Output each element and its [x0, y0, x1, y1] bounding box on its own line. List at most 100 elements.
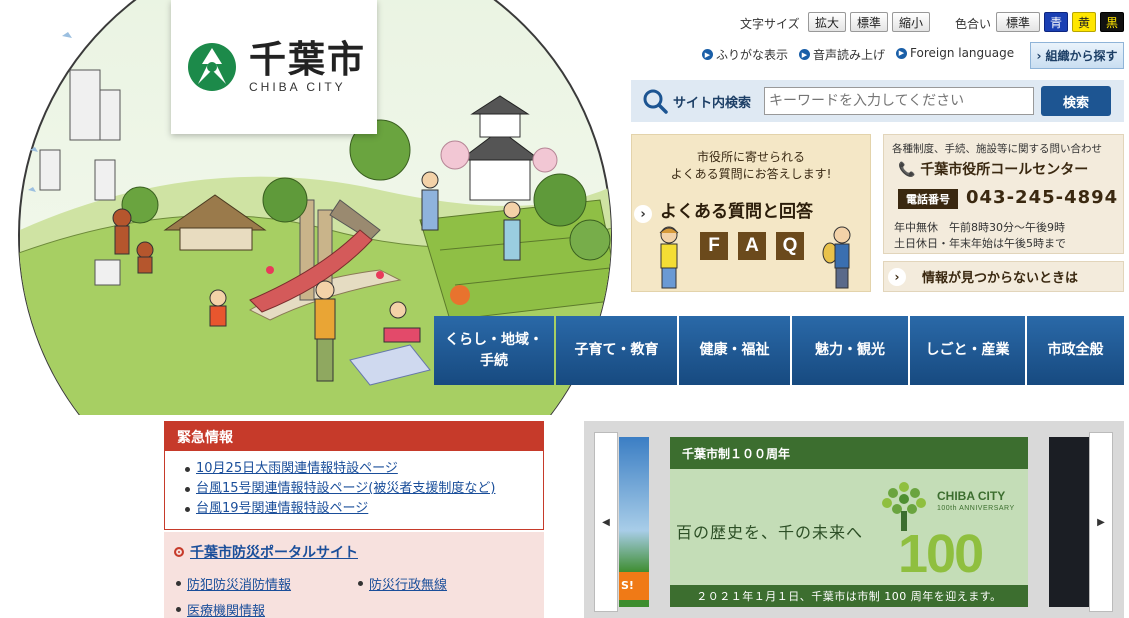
banner-carousel: S! ◀ ▶ 千葉市制１００周年 百の歴史を、千の未来へ CHIBA CITY …	[584, 421, 1124, 618]
list-item: 台風15号関連情報特設ページ(被災者支援制度など)	[185, 479, 543, 499]
chiba-emblem-icon	[188, 43, 236, 91]
slide-brand: CHIBA CITY	[937, 489, 1006, 503]
nav-city-government[interactable]: 市政全般	[1027, 316, 1124, 385]
anniversary-slide[interactable]: 千葉市制１００周年 百の歴史を、千の未来へ CHIBA CITY 100th A…	[670, 437, 1028, 607]
bullet-icon	[185, 466, 190, 472]
list-item: 10月25日大雨関連情報特設ページ	[185, 459, 543, 479]
arrow-right-icon: ▶	[799, 49, 810, 60]
font-size-enlarge-button[interactable]: 拡大	[808, 12, 846, 32]
org-search-button[interactable]: › 組織から探す	[1030, 42, 1124, 69]
medical-info-link[interactable]: 医療機関情報	[176, 600, 265, 618]
crime-fire-info-label: 防犯防災消防情報	[187, 578, 292, 593]
not-found-label: 情報が見つからないときは	[922, 271, 1079, 286]
man-illustration-icon	[822, 226, 851, 289]
slide-anniversary: 100th ANNIVERSARY	[937, 505, 1015, 512]
emergency-list: 10月25日大雨関連情報特設ページ 台風15号関連情報特設ページ(被災者支援制度…	[165, 451, 543, 519]
list-item: 台風19号関連情報特設ページ	[185, 499, 543, 519]
emergency-info: 緊急情報 10月25日大雨関連情報特設ページ 台風15号関連情報特設ページ(被災…	[164, 421, 544, 530]
chevron-right-icon: ›	[1036, 48, 1042, 63]
crime-fire-info-link[interactable]: 防犯防災消防情報	[176, 574, 291, 593]
phone-icon: 📞	[898, 162, 916, 178]
faq-letter-a: A	[738, 232, 766, 260]
previous-slide-peek[interactable]: S!	[619, 437, 649, 607]
faq-sub-line2: よくある質問にお答えします!	[670, 167, 832, 181]
search-input[interactable]	[764, 87, 1034, 115]
emergency-link[interactable]: 10月25日大雨関連情報特設ページ	[196, 459, 398, 479]
slide-title: 千葉市制１００周年	[670, 437, 1028, 469]
search-icon	[643, 89, 668, 114]
color-blue-button[interactable]: 青	[1044, 12, 1068, 32]
color-yellow-button[interactable]: 黄	[1072, 12, 1096, 32]
font-size-shrink-button[interactable]: 縮小	[892, 12, 930, 32]
bullet-icon	[358, 581, 363, 586]
chevron-right-icon: ›	[634, 205, 652, 223]
call-hours-holiday: 土日休日・年末年始は午後5時まで	[894, 237, 1066, 250]
font-size-label: 文字サイズ	[740, 17, 800, 31]
nav-childcare-education[interactable]: 子育て・教育	[556, 316, 677, 385]
next-slide-peek[interactable]	[1049, 437, 1089, 607]
logo-kanji: 千葉市	[249, 38, 366, 81]
foreign-language-label: Foreign language	[910, 46, 1015, 60]
font-size-standard-button[interactable]: 標準	[850, 12, 888, 32]
color-black-button[interactable]: 黒	[1100, 12, 1124, 32]
disaster-portal: 千葉市防災ポータルサイト 防犯防災消防情報 防災行政無線 医療機関情報	[164, 532, 544, 618]
slide-tagline: 百の歴史を、千の未来へ	[676, 523, 864, 542]
faq-sub-line1: 市役所に寄せられる	[696, 150, 805, 164]
logo-roman: CHIBA CITY	[249, 80, 346, 94]
nav-work-industry[interactable]: しごと・産業	[910, 316, 1025, 385]
call-center-box[interactable]: 各種制度、手続、施設等に関する問い合わせ 📞 千葉市役所コールセンター 電話番号…	[883, 134, 1124, 254]
slide-badge: S!	[619, 572, 649, 600]
disaster-portal-link[interactable]: 千葉市防災ポータルサイト	[174, 542, 358, 562]
arrow-right-icon: ▶	[702, 49, 713, 60]
faq-title: よくある質問と回答	[660, 202, 813, 222]
nav-living-line2: 手続	[480, 352, 508, 369]
org-search-label: 組織から探す	[1045, 49, 1118, 63]
carousel-prev-button[interactable]: ◀	[594, 432, 618, 612]
faq-banner[interactable]: 市役所に寄せられる よくある質問にお答えします! › よくある質問と回答 F A…	[631, 134, 871, 292]
bullet-icon	[176, 581, 181, 586]
tel-number: 043-245-4894	[966, 187, 1119, 208]
search-label: サイト内検索	[673, 96, 752, 111]
nav-attractions-tourism[interactable]: 魅力・観光	[792, 316, 908, 385]
call-hours-weekday: 年中無休 午前8時30分～午後9時	[894, 221, 1065, 234]
bullet-icon	[185, 486, 190, 492]
tel-badge: 電話番号	[898, 189, 958, 209]
nav-living-line1: くらし・地域・	[445, 331, 543, 348]
site-search: サイト内検索 検索	[631, 80, 1124, 122]
emergency-link[interactable]: 台風15号関連情報特設ページ(被災者支援制度など)	[196, 479, 495, 499]
faq-letter-q: Q	[776, 232, 804, 260]
not-found-link[interactable]: › 情報が見つからないときは	[883, 261, 1124, 292]
slide-footer: ２０２１年１月１日、千葉市は市制 100 周年を迎えます。	[670, 585, 1028, 607]
furigana-label: ふりがな表示	[716, 48, 789, 62]
call-center-intro: 各種制度、手続、施設等に関する問い合わせ	[892, 143, 1102, 155]
medical-info-label: 医療機関情報	[187, 604, 266, 618]
target-bullet-icon	[174, 547, 184, 557]
disaster-radio-link[interactable]: 防災行政無線	[358, 574, 447, 593]
nav-living[interactable]: くらし・地域・ 手続	[434, 316, 554, 385]
bullet-icon	[176, 607, 181, 612]
disaster-radio-label: 防災行政無線	[369, 578, 448, 593]
faq-letter-f: F	[700, 232, 728, 260]
chevron-right-icon: ›	[888, 267, 906, 286]
woman-illustration-icon	[659, 226, 679, 289]
furigana-link[interactable]: ▶ ふりがな表示	[702, 46, 788, 63]
color-label: 色合い	[955, 17, 992, 31]
read-aloud-label: 音声読み上げ	[813, 48, 886, 62]
nav-health-welfare[interactable]: 健康・福祉	[679, 316, 790, 385]
arrow-right-icon: ▶	[896, 47, 907, 59]
carousel-next-button[interactable]: ▶	[1089, 432, 1113, 612]
faq-subtitle: 市役所に寄せられる よくある質問にお答えします!	[632, 149, 870, 183]
color-standard-button[interactable]: 標準	[996, 12, 1040, 32]
foreign-language-link[interactable]: ▶ Foreign language	[896, 46, 1014, 60]
site-logo[interactable]: 千葉市 CHIBA CITY	[171, 0, 377, 134]
read-aloud-link[interactable]: ▶ 音声読み上げ	[799, 46, 885, 63]
emergency-link[interactable]: 台風19号関連情報特設ページ	[196, 499, 368, 519]
call-center-name: 千葉市役所コールセンター	[920, 162, 1089, 178]
bullet-icon	[185, 506, 190, 512]
slide-100-mark: 100	[898, 524, 984, 584]
search-button[interactable]: 検索	[1041, 86, 1111, 116]
call-center-title: 📞 千葉市役所コールセンター	[898, 159, 1088, 179]
disaster-portal-label: 千葉市防災ポータルサイト	[190, 545, 358, 561]
emergency-heading: 緊急情報	[165, 422, 543, 451]
logo-text: 千葉市 CHIBA CITY	[249, 38, 366, 95]
